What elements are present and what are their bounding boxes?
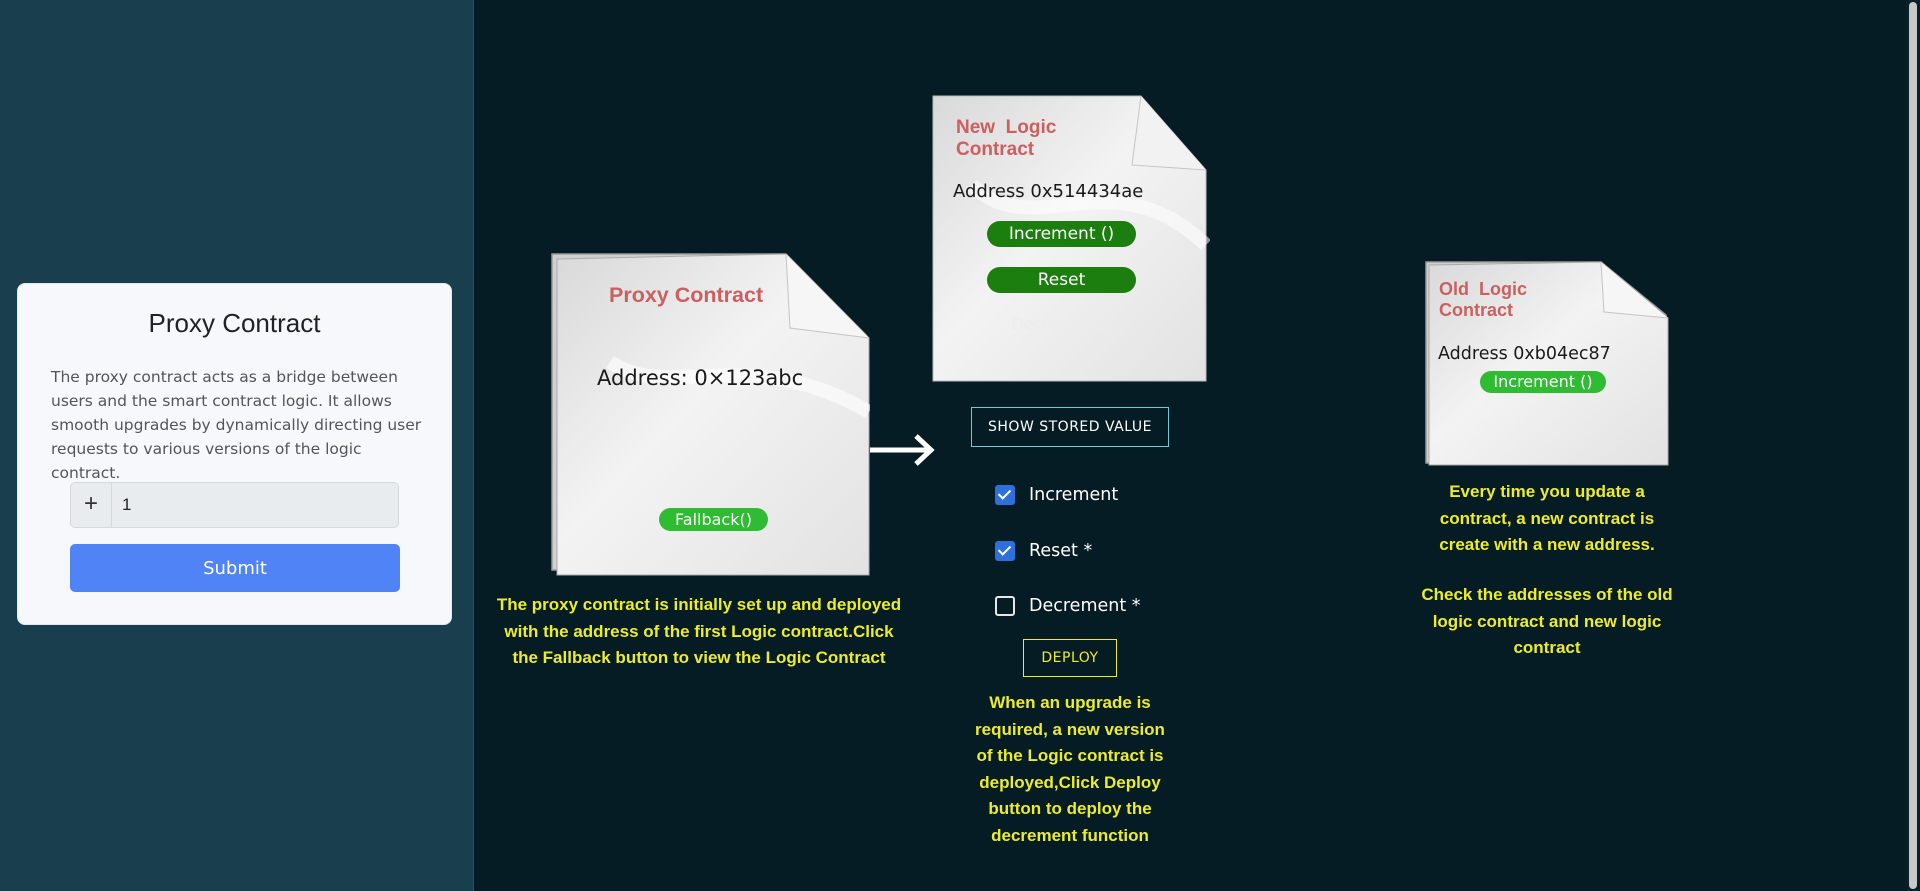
new-logic-address: Address 0x514434ae — [953, 181, 1144, 202]
new-logic-title-line1: New Logic — [956, 117, 1057, 138]
decrement-label: Decrement() — [1011, 314, 1113, 333]
proxy-contract-card: Proxy Contract The proxy contract acts a… — [17, 283, 452, 625]
arrow-right-icon — [870, 434, 935, 466]
old-logic-caption-2: Check the addresses of the old logic con… — [1421, 585, 1673, 657]
submit-button[interactable]: Submit — [70, 544, 400, 592]
old-logic-caption-1: Every time you update a contract, a new … — [1439, 482, 1655, 554]
old-logic-title-line1: Old Logic — [1439, 279, 1527, 299]
reset-checkbox[interactable] — [995, 541, 1015, 561]
old-logic-contract-document: Old Logic Contract Address 0xb04ec87 Inc… — [1424, 260, 1670, 466]
deploy-button[interactable]: DEPLOY — [1023, 639, 1117, 677]
show-stored-value-button[interactable]: SHOW STORED VALUE — [971, 407, 1169, 447]
value-input[interactable] — [112, 483, 398, 527]
value-input-group: + — [70, 482, 399, 528]
old-increment-button[interactable]: Increment () — [1480, 371, 1606, 393]
deploy-caption: When an upgrade is required, a new versi… — [975, 693, 1165, 845]
decrement-checkbox-label: Decrement * — [1029, 596, 1141, 616]
old-logic-title-line2: Contract — [1439, 300, 1514, 320]
card-description: The proxy contract acts as a bridge betw… — [51, 368, 422, 482]
reset-checkbox-label: Reset * — [1029, 541, 1093, 561]
scrollbar-thumb[interactable] — [1909, 2, 1917, 889]
proxy-document-title: Proxy Contract — [609, 283, 764, 307]
old-logic-title: Old Logic Contract — [1439, 279, 1527, 321]
vertical-scrollbar[interactable] — [1906, 0, 1920, 891]
card-title: Proxy Contract — [148, 308, 321, 338]
proxy-address: Address: 0×123abc — [597, 366, 804, 390]
new-logic-contract-document: New Logic Contract Address 0x514434ae In… — [932, 95, 1210, 383]
increment-button[interactable]: Increment () — [987, 221, 1136, 247]
left-panel: Proxy Contract The proxy contract acts a… — [0, 0, 474, 891]
decrement-checkbox[interactable] — [995, 596, 1015, 616]
fallback-button[interactable]: Fallback() — [659, 508, 768, 531]
new-logic-title: New Logic Contract — [956, 117, 1056, 161]
proxy-caption: The proxy contract is initially set up a… — [496, 595, 902, 667]
increment-checkbox[interactable] — [995, 485, 1015, 505]
increment-checkbox-label: Increment — [1029, 485, 1119, 505]
new-logic-title-line2: Contract — [956, 139, 1035, 160]
plus-icon: + — [71, 483, 112, 527]
reset-button[interactable]: Reset — [987, 267, 1136, 293]
old-logic-address: Address 0xb04ec87 — [1438, 344, 1611, 364]
proxy-contract-document: Proxy Contract Address: 0×123abc Fallbac… — [550, 252, 870, 578]
